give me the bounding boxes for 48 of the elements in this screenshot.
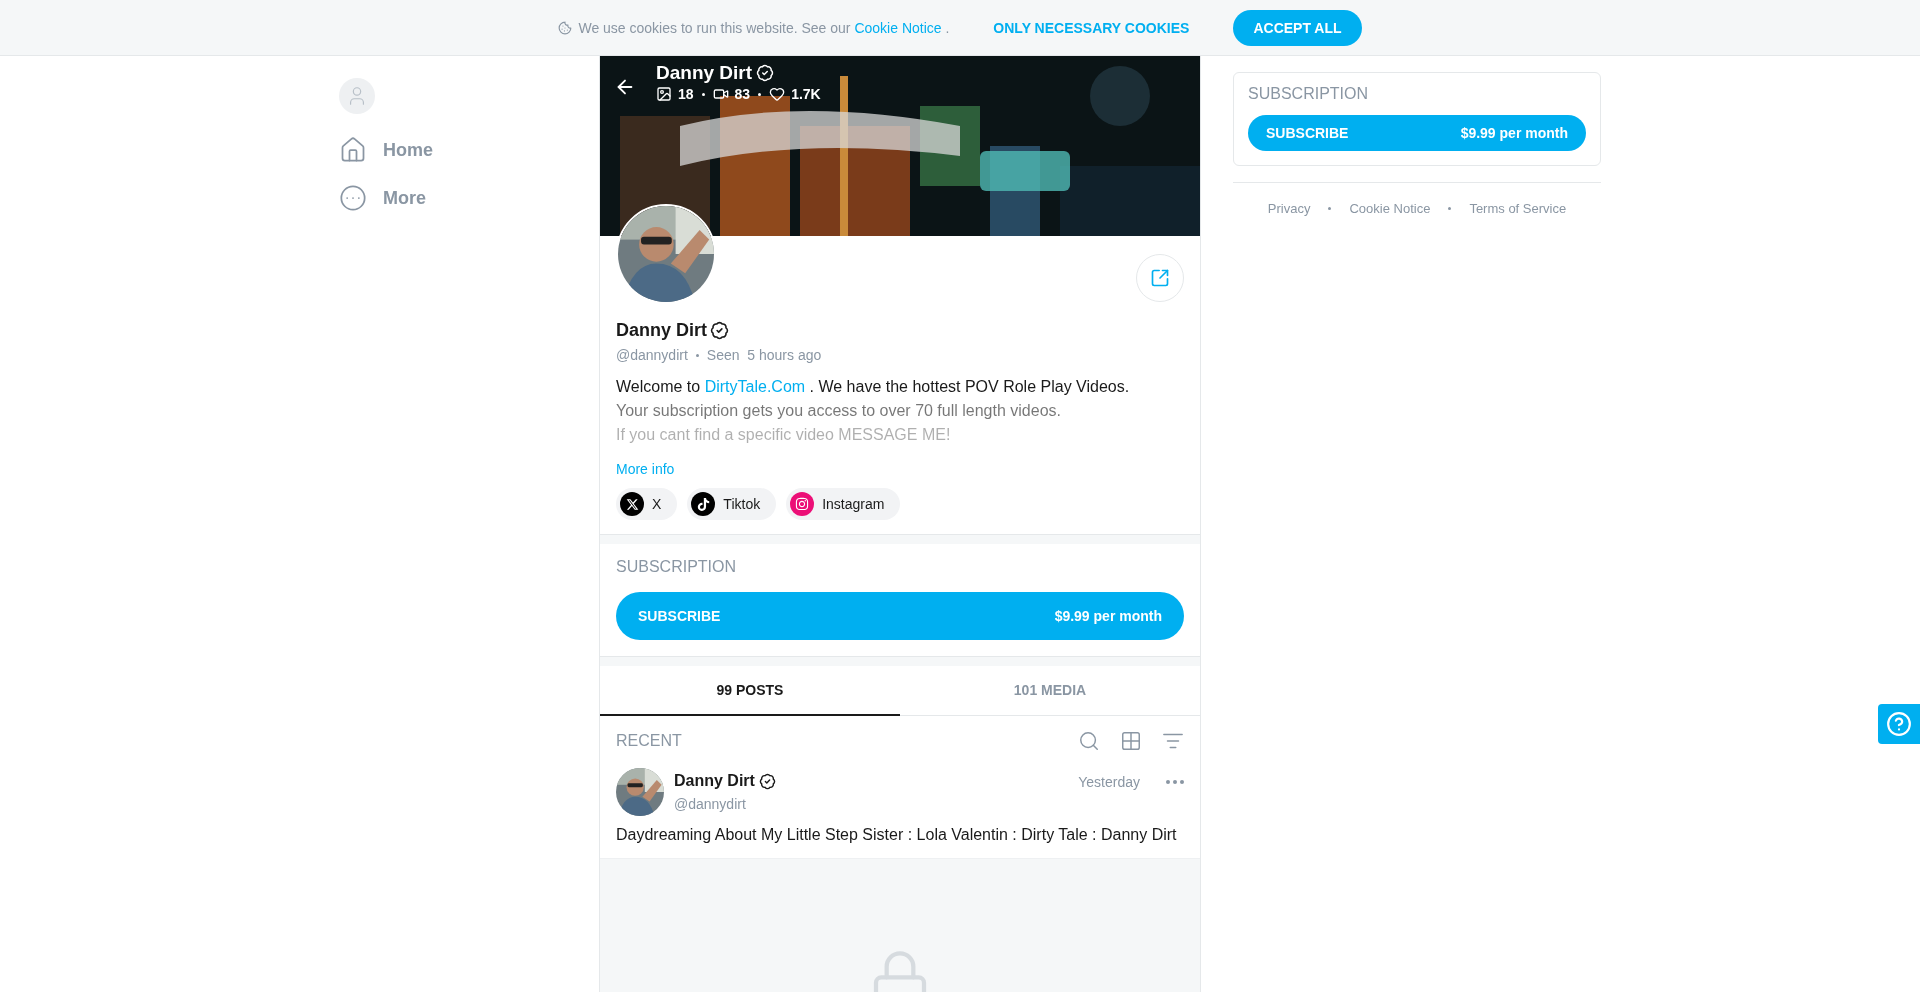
bio-text: Your subscription gets you access to over 70 full length videos. <box>616 401 1062 421</box>
grid-view-button[interactable] <box>1120 730 1142 752</box>
subscribe-button[interactable]: SUBSCRIBE $9.99 per month <box>1248 115 1586 151</box>
website-link[interactable]: DirtyTale.Com <box>704 378 806 395</box>
bio-text: Welcome to DirtyTale.Com . We have the hottest POV Role Play Videos. <box>616 377 1131 397</box>
accept-all-button[interactable]: ACCEPT ALL <box>1233 9 1362 46</box>
cookie-icon <box>558 20 573 35</box>
bio-text: If you cant find a specific video MESSAGE ME! <box>616 425 952 445</box>
footer-link[interactable]: Privacy <box>1267 201 1311 216</box>
help-icon <box>1886 711 1912 737</box>
camera-logo-icon <box>795 497 810 511</box>
cookie-notice-link[interactable]: Cookie Notice <box>854 19 942 36</box>
footer-link[interactable]: Cookie Notice <box>1349 201 1431 216</box>
home-icon <box>339 136 367 164</box>
tab[interactable]: 101 MEDIA <box>900 666 1200 716</box>
post-time: Yesterday <box>1078 774 1140 792</box>
post-text: Daydreaming About My Little Step Sister : Lola Valentin : Dirty Tale : Danny Dirt <box>615 825 1178 845</box>
sidebar-item[interactable]: Home <box>339 136 599 164</box>
tab[interactable]: 99 POSTS <box>600 666 900 716</box>
user-avatar[interactable] <box>339 78 375 114</box>
grid-icon <box>1120 730 1142 752</box>
username: @dannydirt <box>674 796 747 812</box>
social-link[interactable]: X <box>616 488 678 520</box>
more-icon <box>1166 780 1184 784</box>
social-link[interactable]: Tiktok <box>687 488 777 520</box>
share-icon <box>1150 268 1170 288</box>
x-logo-icon <box>625 497 639 511</box>
cookie-notice-text: We use cookies to run this website. See our Cookie Notice . <box>558 19 950 36</box>
author-name[interactable]: Danny Dirt <box>674 772 755 790</box>
share-button[interactable] <box>1136 254 1184 302</box>
social-link[interactable]: Instagram <box>786 488 901 520</box>
search-icon <box>1078 730 1100 752</box>
section-title: RECENT <box>616 732 682 750</box>
more-icon <box>339 184 367 212</box>
search-button[interactable] <box>1078 730 1100 752</box>
music-note-icon <box>696 497 710 511</box>
section-title: SUBSCRIPTION <box>616 558 737 576</box>
footer-link[interactable]: Terms of Service <box>1469 201 1567 216</box>
section-title: SUBSCRIPTION <box>1248 85 1369 103</box>
more-info-link[interactable]: More info <box>616 461 675 477</box>
subscribe-button[interactable]: SUBSCRIBE $9.99 per month <box>616 592 1184 640</box>
profile-name: Danny Dirt <box>616 320 707 341</box>
sidebar-item[interactable]: More <box>339 184 599 212</box>
more-options-button[interactable] <box>1166 780 1184 784</box>
help-button[interactable] <box>1878 704 1920 744</box>
username: @dannydirt <box>616 347 688 363</box>
last-seen: Seen 5 hours ago <box>706 347 822 363</box>
necessary-cookies-button[interactable]: ONLY NECESSARY COOKIES <box>973 9 1210 46</box>
